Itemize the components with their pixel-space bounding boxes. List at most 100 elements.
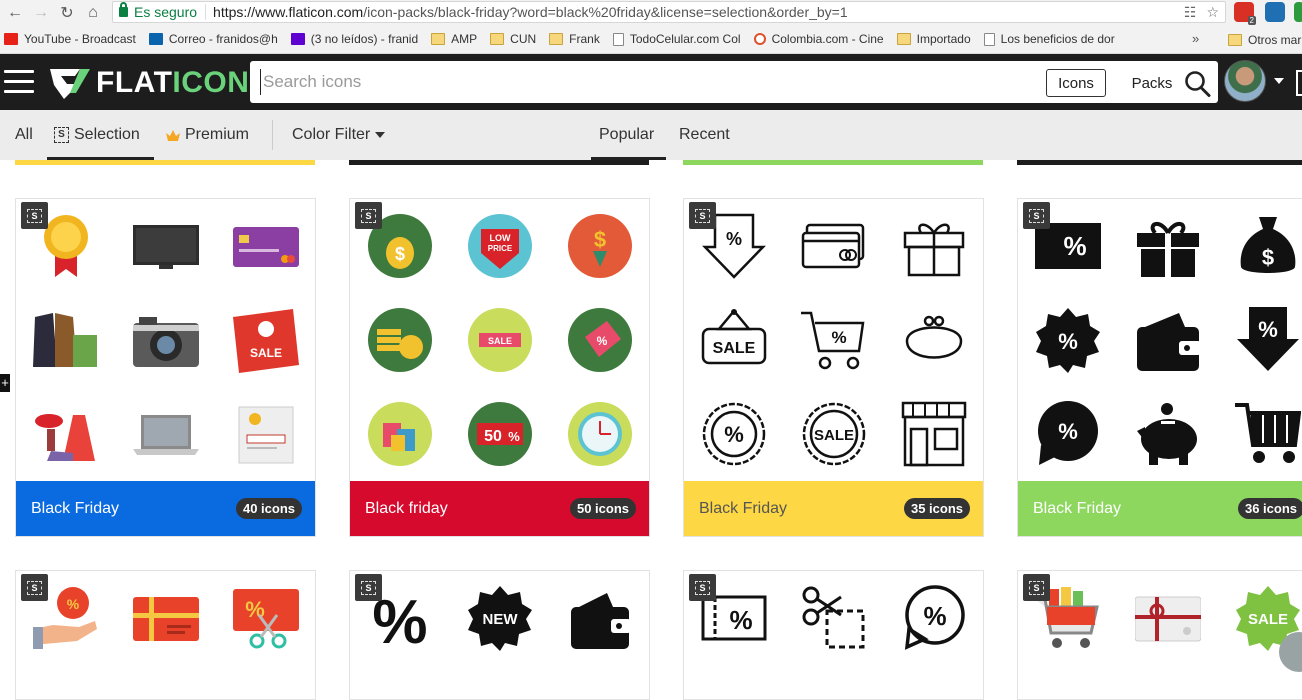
pack-card[interactable]: S SALE (1017, 570, 1302, 700)
browser-toolbar: ← → ↻ ⌂ Es seguro https://www.flaticon.c… (0, 0, 1302, 25)
pack-preview: % $ % % % (1018, 199, 1302, 481)
extension-icon-3[interactable] (1294, 2, 1302, 22)
filter-all[interactable]: All (15, 126, 33, 144)
pack-card[interactable]: S % % (683, 570, 984, 700)
pack-title[interactable]: Black Friday (699, 500, 787, 518)
pack-count-badge: 35 icons (903, 498, 970, 519)
pack-footer: Black friday 50 icons (350, 481, 649, 536)
bookmark-todocelular[interactable]: TodoCelular.com Col (609, 32, 750, 46)
bookmark-beneficios[interactable]: Los beneficios de dor (980, 32, 1124, 46)
pack-card[interactable]: S % SALE % % SALE Black Friday 35 icons (683, 198, 984, 537)
search-icon[interactable] (1182, 69, 1212, 97)
pack-title[interactable]: Black friday (365, 500, 448, 518)
selection-badge-icon: S (54, 127, 69, 143)
add-tab-button[interactable]: + (0, 374, 10, 392)
selection-badge-text: S (361, 580, 376, 595)
filter-selection[interactable]: S Selection (54, 126, 140, 144)
pack-card[interactable]: S $ LOW PRICE $ SALE % 50 % Black friday… (349, 198, 650, 537)
discount-chat-icon: % (1038, 401, 1098, 465)
percent-text: % (1058, 329, 1078, 354)
bookmark-correo[interactable]: Correo - franidos@h (145, 32, 287, 46)
pack-footer: Black Friday 40 icons (16, 481, 315, 536)
bookmark-label: Los beneficios de dor (1000, 32, 1115, 46)
back-arrow-icon[interactable]: ← (4, 2, 26, 24)
gift-solid-icon (1137, 222, 1199, 277)
selection-badge-icon: S (355, 202, 382, 229)
flaticon-logo[interactable]: FLATICON (50, 66, 249, 100)
bookmark-cun[interactable]: CUN (486, 32, 545, 46)
packs-toggle-button[interactable]: Packs (1122, 69, 1182, 97)
page-icon (983, 32, 995, 46)
secure-indicator[interactable]: Es seguro (113, 2, 207, 20)
apps-grid-icon[interactable] (1296, 70, 1302, 96)
bookmark-frank[interactable]: Frank (545, 32, 609, 46)
percent-text: % (1258, 317, 1278, 342)
percent-text: % (724, 422, 744, 447)
lock-icon (119, 2, 128, 17)
filter-premium[interactable]: Premium (166, 126, 249, 144)
certificate-icon (238, 406, 294, 464)
percent-text: % (831, 328, 846, 347)
pack-card[interactable]: S SALE Black Friday 40 icons (15, 198, 316, 537)
search-input[interactable] (260, 69, 1030, 95)
sort-recent-tab[interactable]: Recent (679, 126, 730, 144)
bookmarks-overflow-chevron[interactable]: » (1192, 31, 1199, 46)
gift-card-icon (133, 597, 199, 641)
reload-icon[interactable]: ↻ (56, 2, 78, 24)
bookmark-label: YouTube - Broadcast (24, 32, 136, 46)
pack-title[interactable]: Black Friday (1033, 500, 1121, 518)
user-avatar[interactable] (1224, 60, 1266, 102)
extension-icon-2[interactable] (1265, 2, 1285, 22)
color-filter-dropdown[interactable]: Color Filter (292, 126, 386, 144)
pack-title[interactable]: Black Friday (31, 500, 119, 518)
pack-card[interactable]: S % NEW (349, 570, 650, 700)
wallet-solid-icon (571, 593, 631, 649)
menu-icon[interactable] (4, 70, 34, 94)
new-badge-icon: NEW (468, 586, 532, 651)
extension-icon[interactable]: 2 (1234, 2, 1256, 25)
dollar-text: $ (1262, 245, 1274, 270)
selection-badge-text: S (1029, 208, 1044, 223)
sort-popular-tab[interactable]: Popular (599, 126, 654, 144)
bookmark-youtube[interactable]: YouTube - Broadcast (0, 32, 145, 46)
bookmark-importado[interactable]: Importado (893, 32, 980, 46)
selection-badge-icon: S (1023, 574, 1050, 601)
address-bar[interactable]: Es seguro https://www.flaticon.com/icon-… (112, 1, 1226, 23)
home-icon[interactable]: ⌂ (82, 2, 104, 24)
bookmark-yahoo[interactable]: (3 no leídos) - franid (287, 32, 427, 46)
forward-arrow-icon[interactable]: → (30, 2, 52, 24)
icons-toggle-button[interactable]: Icons (1046, 69, 1106, 97)
pack-footer: Black Friday 36 icons (1018, 481, 1302, 536)
dropdown-caret-icon (375, 132, 386, 138)
pack-footer: Black Friday 35 icons (684, 481, 983, 536)
sale-text: SALE (713, 340, 756, 357)
cart-percent-icon: % (801, 311, 865, 370)
bookmark-label: Otros mar (1248, 32, 1302, 47)
bookmark-star-icon[interactable]: ☆ (1206, 4, 1219, 21)
account-dropdown-caret-icon[interactable] (1274, 78, 1284, 84)
url-text[interactable]: https://www.flaticon.com/icon-packs/blac… (206, 4, 848, 20)
selection-badge-text: S (361, 208, 376, 223)
percent-text: % (1058, 419, 1078, 444)
color-filter-label: Color Filter (292, 126, 371, 143)
other-bookmarks[interactable]: Otros mar (1224, 25, 1302, 53)
bookmark-colombia[interactable]: Colombia.com - Cine (750, 32, 893, 46)
selection-badge-text: S (695, 208, 710, 223)
selection-badge-text: S (27, 580, 42, 595)
dollar-text: $ (395, 244, 405, 264)
gift-outline-icon (903, 223, 965, 277)
bookmark-label: Frank (569, 32, 600, 46)
pack-card[interactable]: S % $ % % % Black Friday 36 icons (1017, 198, 1302, 537)
bookmark-label: Importado (916, 32, 971, 46)
pack-card[interactable]: S % % (15, 570, 316, 700)
bookmark-label: CUN (510, 32, 537, 46)
translate-icon[interactable]: ☷ (1184, 4, 1197, 21)
pack-strip (15, 160, 315, 165)
bookmark-amp[interactable]: AMP (427, 32, 486, 46)
fifty-text: 50 (484, 428, 502, 445)
credit-cards-outline-icon (801, 223, 865, 269)
discount-down-icon: % (1237, 307, 1299, 371)
pack-preview: SALE (16, 199, 315, 481)
filter-divider (272, 120, 273, 150)
price-text: PRICE (488, 244, 513, 253)
